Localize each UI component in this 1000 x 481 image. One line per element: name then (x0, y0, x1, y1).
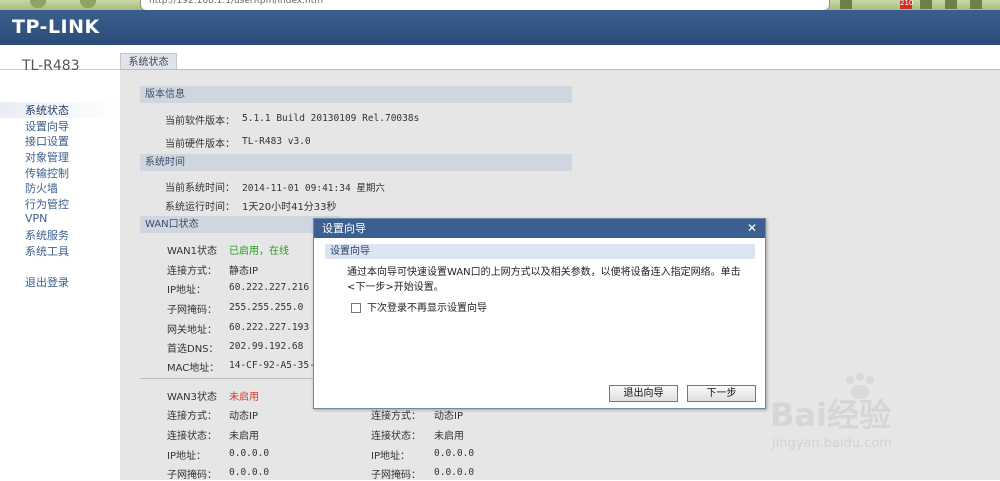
sidebar-item-system-services[interactable]: 系统服务 (25, 227, 69, 243)
wan1-mask-value: 255.255.255.0 (229, 302, 304, 313)
dont-show-again-checkbox[interactable] (351, 303, 361, 313)
wan1-gateway-value: 60.222.227.193 (229, 322, 310, 333)
wan3-conn-value: 动态IP (229, 411, 258, 422)
dialog-title: 设置向导 (322, 222, 366, 235)
wan-divider-left (140, 378, 315, 379)
hardware-version-label: 当前硬件版本： (165, 139, 235, 150)
wan1-mask-label: 子网掩码： (167, 305, 217, 316)
dialog-subheading: 设置向导 (325, 244, 755, 259)
wan4-state-value: 未启用 (434, 431, 464, 442)
wan4-ip-label: IP地址： (371, 451, 410, 462)
refresh-icon[interactable] (80, 0, 96, 8)
exit-wizard-button[interactable]: 退出向导 (609, 385, 678, 402)
wan4-conn-label: 连接方式： (371, 411, 421, 422)
wan1-conn-label: 连接方式： (167, 266, 217, 277)
close-icon[interactable]: ✕ (747, 219, 757, 238)
address-bar[interactable]: http://192.168.1.1/userRpm/Index.htm (140, 0, 830, 10)
wan1-gateway-label: 网关地址： (167, 325, 217, 336)
wan3-state-label: 连接状态： (167, 431, 217, 442)
bookmark-icon[interactable] (840, 0, 852, 9)
next-step-button[interactable]: 下一步 (687, 385, 756, 402)
notification-badge[interactable]: 210 (900, 0, 913, 9)
wan1-mac-value: 14-CF-92-A5-35-5F (229, 360, 327, 371)
router-header: TP-LINK (0, 10, 1000, 45)
section-system-time: 系统时间 (140, 154, 572, 171)
dont-show-again-row[interactable]: 下次登录不再显示设置向导 (351, 299, 487, 314)
wan3-ip-label: IP地址： (167, 451, 206, 462)
wan4-mask-value: 0.0.0.0 (434, 467, 475, 478)
wan3-state-value: 未启用 (229, 431, 259, 442)
dont-show-again-label: 下次登录不再显示设置向导 (367, 303, 487, 314)
sidebar-item-vpn[interactable]: VPN (25, 212, 47, 225)
wan1-dns-value: 202.99.192.68 (229, 341, 304, 352)
sidebar-item-firewall[interactable]: 防火墙 (25, 180, 58, 196)
wan3-ip-value: 0.0.0.0 (229, 448, 270, 459)
tools-icon[interactable] (945, 0, 957, 9)
sidebar: 系统状态 设置向导 接口设置 对象管理 传输控制 防火墙 行为管控 VPN 系统… (0, 70, 119, 480)
wan1-status-label: WAN1状态 (167, 246, 218, 257)
system-time-value: 2014-11-01 09:41:34 星期六 (242, 183, 385, 194)
back-icon[interactable] (30, 0, 46, 8)
wan3-conn-label: 连接方式： (167, 411, 217, 422)
wan1-ip-label: IP地址： (167, 285, 206, 296)
sidebar-item-objects[interactable]: 对象管理 (25, 149, 69, 165)
baidu-watermark: Bai经验 jingyan.baidu.com (770, 372, 990, 462)
wan1-conn-value: 静态IP (229, 266, 258, 277)
section-version: 版本信息 (140, 86, 572, 103)
browser-toolbar: http://192.168.1.1/userRpm/Index.htm 210 (0, 0, 1000, 10)
wan3-mask-label: 子网掩码： (167, 470, 217, 481)
software-version-label: 当前软件版本： (165, 116, 235, 127)
wan1-ip-value: 60.222.227.216 (229, 282, 310, 293)
sidebar-item-logout[interactable]: 退出登录 (25, 274, 69, 290)
extension-icon[interactable] (920, 0, 932, 9)
dialog-description: 通过本向导可快速设置WAN口的上网方式以及相关参数，以便将设备连入指定网络。单击… (347, 267, 741, 293)
model-bar: TL-R483 系统状态 (0, 45, 1000, 74)
sidebar-item-system-status[interactable]: 系统状态 (0, 102, 119, 118)
uptime-label: 系统运行时间： (165, 202, 235, 213)
dialog-titlebar: 设置向导 ✕ (314, 219, 765, 238)
section-wan-status: WAN口状态 (140, 216, 340, 233)
sidebar-item-behavior-control[interactable]: 行为管控 (25, 196, 69, 212)
sidebar-item-interface[interactable]: 接口设置 (25, 133, 69, 149)
wan1-dns-label: 首选DNS： (167, 344, 219, 355)
sidebar-item-system-tools[interactable]: 系统工具 (25, 243, 69, 259)
sidebar-item-setup-wizard[interactable]: 设置向导 (25, 118, 69, 134)
system-time-label: 当前系统时间： (165, 183, 235, 194)
uptime-value: 1天20小时41分33秒 (242, 202, 337, 213)
wan1-mac-label: MAC地址： (167, 363, 220, 374)
tplink-logo: TP-LINK (12, 16, 100, 38)
wan3-mask-value: 0.0.0.0 (229, 467, 270, 478)
wan4-conn-value: 动态IP (434, 411, 463, 422)
wan4-state-label: 连接状态： (371, 431, 421, 442)
menu-icon[interactable] (970, 0, 982, 9)
software-version-value: 5.1.1 Build 20130109 Rel.70038s (242, 113, 420, 124)
sidebar-item-transfer-control[interactable]: 传输控制 (25, 165, 69, 181)
wan4-mask-label: 子网掩码： (371, 470, 421, 481)
wan1-status-value: 已启用，在线 (229, 246, 289, 257)
watermark-url: jingyan.baidu.com (772, 436, 892, 451)
hardware-version-value: TL-R483 v3.0 (242, 136, 311, 147)
watermark-text: Bai经验 (770, 396, 891, 434)
wan3-status-value: 未启用 (229, 392, 259, 403)
wan3-status-label: WAN3状态 (167, 392, 218, 403)
setup-wizard-dialog: 设置向导 ✕ 设置向导 通过本向导可快速设置WAN口的上网方式以及相关参数，以便… (313, 218, 766, 409)
wan4-ip-value: 0.0.0.0 (434, 448, 475, 459)
